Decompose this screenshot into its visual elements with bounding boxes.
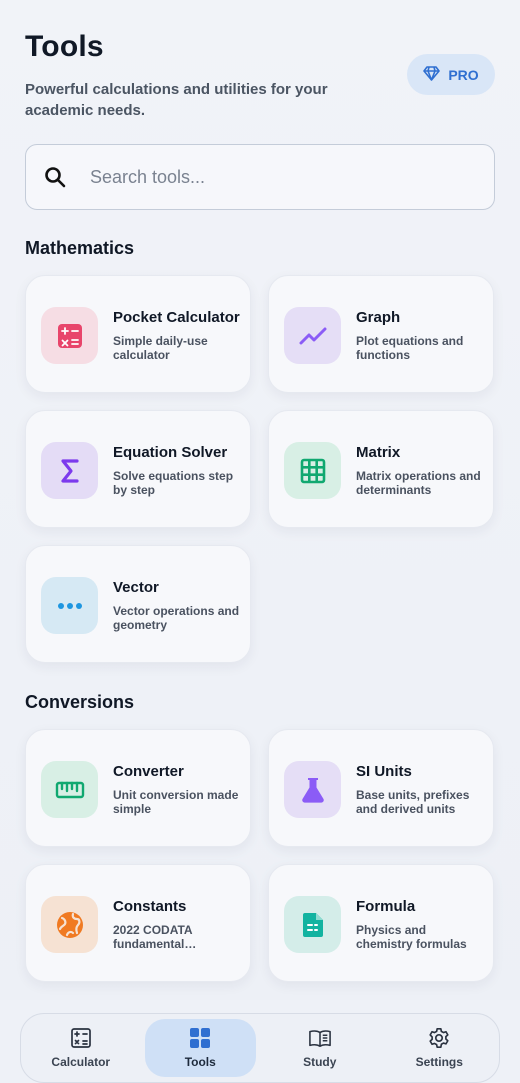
tool-card-si-units[interactable]: SI Units Base units, prefixes and derive… <box>268 729 494 847</box>
search-input[interactable] <box>90 166 450 188</box>
grid-icon <box>284 442 341 499</box>
section-title-mathematics: Mathematics <box>25 238 135 258</box>
nav-label: Calculator <box>51 1055 111 1069</box>
header: Tools Powerful calculations and utilitie… <box>25 30 495 130</box>
tool-title: Converter <box>113 763 184 780</box>
tool-description: Matrix operations and determinants <box>356 469 481 497</box>
document-icon <box>284 896 341 953</box>
tool-description: Vector operations and geometry <box>113 604 240 632</box>
tool-title: Pocket Calculator <box>113 309 240 326</box>
tool-description: Plot equations and functions <box>356 334 464 362</box>
tool-card-vector[interactable]: Vector Vector operations and geometry <box>25 545 251 663</box>
tool-card-pocket-calculator[interactable]: Pocket Calculator Simple daily-use calcu… <box>25 275 251 393</box>
tool-title: Formula <box>356 898 416 915</box>
section-title-conversions: Conversions <box>25 692 135 712</box>
search-bar[interactable] <box>25 144 495 210</box>
apps-grid-icon <box>189 1027 211 1049</box>
nav-item-study[interactable]: Study <box>264 1019 376 1077</box>
dots-icon <box>41 577 98 634</box>
book-icon <box>308 1027 331 1049</box>
flask-icon <box>284 761 341 818</box>
tool-description: Physics and chemistry formulas <box>356 923 467 951</box>
calculator-icon <box>41 307 98 364</box>
nav-label: Study <box>303 1055 337 1069</box>
tool-description: Base units, prefixes and derived units <box>356 788 470 816</box>
nav-label: Tools <box>184 1055 216 1069</box>
trending-line-icon <box>284 307 341 364</box>
sigma-icon <box>41 442 98 499</box>
tool-title: Matrix <box>356 444 401 461</box>
tool-description: Solve equations step by step <box>113 469 234 497</box>
tool-title: Vector <box>113 579 159 596</box>
ruler-icon <box>41 761 98 818</box>
tool-card-constants[interactable]: Constants 2022 CODATA fundamental consta… <box>25 864 251 982</box>
tool-description: Unit conversion made simple <box>113 788 239 816</box>
pro-label: PRO <box>448 66 479 83</box>
nav-item-tools[interactable]: Tools <box>144 1019 256 1077</box>
globe-icon <box>41 896 98 953</box>
tool-card-formula[interactable]: Formula Physics and chemistry formulas <box>268 864 494 982</box>
nav-label: Settings <box>415 1055 463 1069</box>
pro-button[interactable]: PRO <box>407 54 495 95</box>
bottom-navigation: Calculator Tools Study Settings <box>20 1013 500 1083</box>
tool-description: Simple daily-use calculator <box>113 334 208 362</box>
tool-card-converter[interactable]: Converter Unit conversion made simple <box>25 729 251 847</box>
tool-card-equation-solver[interactable]: Equation Solver Solve equations step by … <box>25 410 251 528</box>
calculator-icon <box>70 1027 92 1049</box>
tool-description: 2022 CODATA fundamental constants <box>113 923 193 951</box>
tool-title: SI Units <box>356 763 412 780</box>
nav-item-calculator[interactable]: Calculator <box>25 1019 137 1077</box>
tool-card-graph[interactable]: Graph Plot equations and functions <box>268 275 494 393</box>
nav-item-settings[interactable]: Settings <box>384 1019 496 1077</box>
search-icon <box>42 164 68 190</box>
tool-title: Equation Solver <box>113 444 228 461</box>
tool-title: Constants <box>113 898 187 915</box>
gear-icon <box>428 1027 450 1049</box>
tool-title: Graph <box>356 309 401 326</box>
tool-card-matrix[interactable]: Matrix Matrix operations and determinant… <box>268 410 494 528</box>
diamond-icon <box>423 65 441 84</box>
page-subtitle: Powerful calculations and utilities for … <box>25 81 328 119</box>
